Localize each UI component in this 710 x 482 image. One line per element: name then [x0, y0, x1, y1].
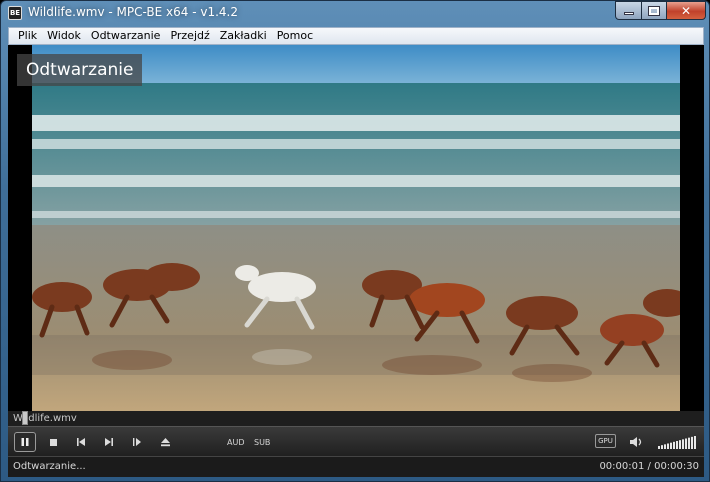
volume-bar [691, 436, 693, 449]
video-frame [32, 45, 680, 411]
time-display: 00:00:01 / 00:00:30 [599, 461, 699, 472]
seek-thumb[interactable] [21, 411, 28, 425]
video-area[interactable]: Odtwarzanie [8, 45, 704, 411]
volume-bar [679, 440, 681, 449]
playback-status: Odtwarzanie... [13, 461, 86, 472]
gpu-indicator[interactable]: GPU [595, 434, 616, 448]
skip-forward-icon [105, 438, 113, 446]
video-frame-image [32, 45, 680, 411]
frame-step-icon [133, 438, 141, 446]
volume-bar [661, 445, 663, 449]
status-bar: Odtwarzanie... 00:00:01 / 00:00:30 [8, 456, 704, 477]
volume-bar [664, 444, 666, 449]
volume-slider[interactable] [658, 435, 698, 449]
volume-bar [685, 438, 687, 449]
close-icon: ✕ [680, 3, 692, 18]
minimize-icon [623, 12, 634, 15]
stop-button[interactable] [44, 433, 62, 451]
control-bar: AUD SUB GPU [8, 426, 704, 456]
volume-bar [688, 437, 690, 449]
subtitle-track-button[interactable]: SUB [254, 436, 270, 448]
eject-button[interactable] [156, 433, 174, 451]
skip-back-icon [77, 438, 85, 446]
eject-icon [160, 438, 170, 447]
volume-bar [670, 442, 672, 449]
osd-message: Odtwarzanie [17, 54, 143, 86]
stop-icon [49, 438, 57, 446]
menu-widok[interactable]: Widok [42, 28, 86, 44]
app-icon: BE [8, 6, 22, 20]
menu-pomoc[interactable]: Pomoc [272, 28, 318, 44]
title-bar[interactable]: BE Wildlife.wmv - MPC-BE x64 - v1.4.2 [1, 1, 709, 25]
previous-button[interactable] [72, 433, 90, 451]
volume-bar [667, 443, 669, 449]
volume-bar [658, 446, 660, 449]
volume-bar [673, 441, 675, 449]
play-pause-button[interactable] [14, 432, 36, 452]
window-title: Wildlife.wmv - MPC-BE x64 - v1.4.2 [28, 5, 239, 19]
menu-plik[interactable]: Plik [13, 28, 42, 44]
volume-bar [694, 436, 696, 449]
minimize-button[interactable] [615, 1, 642, 20]
volume-bar [682, 439, 684, 449]
close-button[interactable]: ✕ [666, 1, 706, 20]
menu-zakladki[interactable]: Zakładki [215, 28, 272, 44]
menu-odtwarzanie[interactable]: Odtwarzanie [86, 28, 166, 44]
next-button[interactable] [100, 433, 118, 451]
maximize-button[interactable] [641, 1, 667, 20]
menu-przejdz[interactable]: Przejdź [165, 28, 214, 44]
mute-button[interactable] [628, 433, 644, 451]
maximize-icon [648, 5, 660, 16]
audio-track-button[interactable]: AUD [227, 436, 245, 448]
player-window: BE Wildlife.wmv - MPC-BE x64 - v1.4.2 ✕ … [0, 0, 710, 482]
speaker-icon [630, 437, 642, 447]
menu-bar: Plik Widok Odtwarzanie Przejdź Zakładki … [8, 27, 704, 45]
seek-bar[interactable]: Wildlife.wmv [8, 411, 704, 426]
frame-step-button[interactable] [128, 433, 146, 451]
pause-icon [21, 438, 29, 446]
volume-bar [676, 441, 678, 449]
